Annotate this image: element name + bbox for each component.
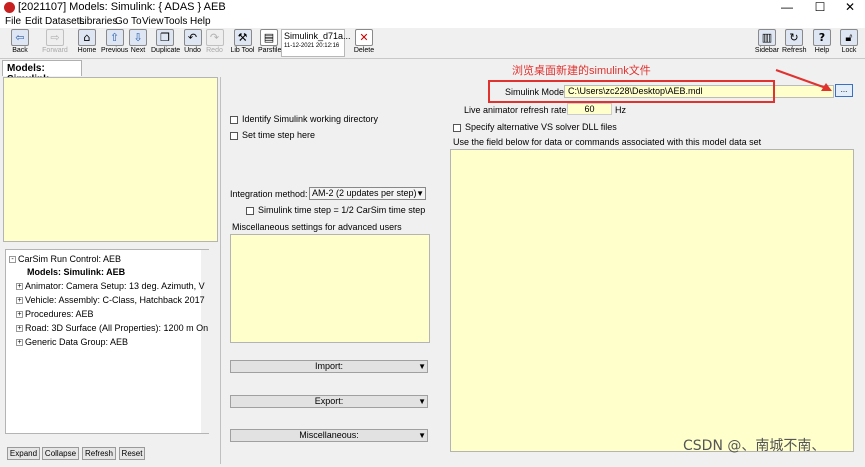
notes-textarea[interactable]	[3, 77, 218, 242]
close-window-button[interactable]: ✕	[835, 0, 865, 15]
back-button[interactable]: ⇦ Back	[5, 29, 35, 58]
dropdown-arrow-icon: ▼	[418, 431, 426, 440]
integration-method-label: Integration method:	[230, 189, 308, 199]
tree-item-generic-data[interactable]: + Generic Data Group: AEB	[16, 336, 212, 349]
watermark: CSDN @、南城不南、	[683, 438, 826, 454]
misc-settings-textarea[interactable]	[230, 234, 430, 343]
home-icon: ⌂	[78, 29, 96, 46]
set-time-step-checkbox[interactable]	[230, 131, 238, 140]
menu-edit[interactable]: Edit	[25, 15, 42, 28]
menu-goto[interactable]: Go To	[115, 15, 142, 28]
maximize-button[interactable]: ☐	[805, 0, 835, 15]
refresh-icon: ↻	[785, 29, 803, 46]
export-dropdown[interactable]: Export: ▼	[230, 395, 428, 408]
lock-icon: 🔓︎	[840, 29, 858, 46]
next-button[interactable]: ⇩ Next	[129, 29, 147, 58]
menu-view[interactable]: View	[142, 15, 164, 28]
collapse-button[interactable]: Collapse	[42, 447, 79, 460]
previous-button[interactable]: ⇧ Previous	[101, 29, 128, 58]
panel-divider[interactable]	[220, 77, 221, 464]
expand-icon[interactable]: +	[16, 339, 23, 347]
duplicate-icon: ❐	[156, 29, 174, 46]
menu-help[interactable]: Help	[190, 15, 211, 28]
tab-models-simulink[interactable]: Models: Simulink	[2, 60, 82, 85]
menu-file[interactable]: File	[5, 15, 21, 28]
up-arrow-icon: ⇧	[105, 29, 124, 46]
redo-button[interactable]: ↷ Redo	[205, 29, 224, 58]
tree-item-animator[interactable]: + Animator: Camera Setup: 13 deg. Azimuth…	[16, 280, 212, 293]
refresh-toolbar-button[interactable]: ↻ Refresh	[782, 29, 807, 58]
minimize-button[interactable]: —	[772, 0, 802, 15]
menu-tools[interactable]: Tools	[164, 15, 187, 28]
back-arrow-icon: ⇦	[11, 29, 29, 46]
document-icon: ▤	[260, 29, 278, 46]
expand-button[interactable]: Expand	[7, 447, 40, 460]
specify-vs-checkbox[interactable]	[453, 123, 461, 132]
annotation-highlight-box	[488, 80, 775, 103]
tree-item-models-simulink[interactable]: Models: Simulink: AEB	[27, 266, 223, 279]
forward-arrow-icon: ⇨	[46, 29, 64, 46]
down-arrow-icon: ⇩	[129, 29, 147, 46]
dataset-timestamp: 11-12-2021 20:12:16	[284, 43, 340, 49]
expand-icon[interactable]: +	[16, 297, 23, 305]
tree-refresh-button[interactable]: Refresh	[82, 447, 116, 460]
misc-settings-label: Miscellaneous settings for advanced user…	[232, 222, 402, 232]
annotation-arrow-icon	[775, 69, 832, 91]
toolbar: ⇦ Back ⇨ Forward ⌂ Home ⇧ Previous ⇩ Nex…	[0, 28, 865, 59]
animator-refresh-label: Live animator refresh rate:	[464, 105, 570, 115]
tree-item-procedures[interactable]: + Procedures: AEB	[16, 308, 212, 321]
integration-method-select[interactable]: AM-2 (2 updates per step) ▼	[309, 187, 426, 200]
dataset-name: Simulink_d71a...	[284, 31, 351, 41]
delete-button[interactable]: ✕ Delete	[353, 29, 375, 58]
animator-refresh-input[interactable]: 60	[567, 103, 612, 115]
sidebar-icon: ▥	[758, 29, 776, 46]
import-dropdown[interactable]: Import: ▼	[230, 360, 428, 373]
miscellaneous-dropdown[interactable]: Miscellaneous: ▼	[230, 429, 428, 442]
menu-libraries[interactable]: Libraries	[79, 15, 117, 28]
lock-button[interactable]: 🔓︎ Lock	[838, 29, 860, 58]
delete-x-icon: ✕	[355, 29, 373, 46]
tree-item-road[interactable]: + Road: 3D Surface (All Properties): 1200…	[16, 322, 212, 335]
sidebar-button[interactable]: ▥ Sidebar	[754, 29, 780, 58]
redo-icon: ↷	[205, 29, 224, 46]
data-field-description: Use the field below for data or commands…	[453, 137, 762, 147]
specify-vs-checkbox-row[interactable]: Specify alternative VS solver DLL files	[453, 122, 617, 133]
simulink-time-step-checkbox[interactable]	[246, 206, 254, 215]
tree-item-run-control[interactable]: - CarSim Run Control: AEB	[9, 253, 205, 266]
reset-button[interactable]: Reset	[119, 447, 145, 460]
window-title: [2021107] Models: Simulink: { ADAS } AEB	[18, 1, 226, 13]
simulink-time-step-checkbox-row[interactable]: Simulink time step = 1/2 CarSim time ste…	[246, 205, 425, 216]
model-data-textarea[interactable]	[450, 149, 854, 452]
identify-wd-checkbox-row[interactable]: Identify Simulink working directory	[230, 114, 378, 125]
expand-icon[interactable]: +	[16, 325, 23, 333]
parsfile-button[interactable]: ▤ Parsfile	[258, 29, 281, 58]
undo-icon: ↶	[183, 29, 202, 46]
help-button[interactable]: ? Help	[812, 29, 832, 58]
duplicate-button[interactable]: ❐ Duplicate	[151, 29, 180, 58]
app-icon	[4, 2, 15, 13]
collapse-icon[interactable]: -	[9, 256, 16, 264]
tree-item-vehicle[interactable]: + Vehicle: Assembly: C-Class, Hatchback 2…	[16, 294, 212, 307]
browse-button[interactable]: ...	[835, 84, 853, 97]
undo-button[interactable]: ↶ Undo	[183, 29, 202, 58]
dropdown-arrow-icon: ▼	[418, 397, 426, 406]
lib-tool-button[interactable]: ⚒ Lib Tool	[230, 29, 255, 58]
home-button[interactable]: ⌂ Home	[76, 29, 98, 58]
animator-refresh-unit: Hz	[615, 105, 626, 115]
forward-button[interactable]: ⇨ Forward	[40, 29, 70, 58]
set-time-step-checkbox-row[interactable]: Set time step here	[230, 130, 315, 141]
dropdown-arrow-icon: ▼	[416, 189, 424, 198]
identify-wd-checkbox[interactable]	[230, 115, 238, 124]
annotation-text: 浏览桌面新建的simulink文件	[512, 65, 651, 77]
help-icon: ?	[813, 29, 831, 46]
dropdown-arrow-icon: ▼	[418, 362, 426, 371]
expand-icon[interactable]: +	[16, 283, 23, 291]
expand-icon[interactable]: +	[16, 311, 23, 319]
wrench-icon: ⚒	[233, 29, 252, 46]
menu-bar: File Edit Datasets Libraries Go To View …	[0, 15, 865, 28]
